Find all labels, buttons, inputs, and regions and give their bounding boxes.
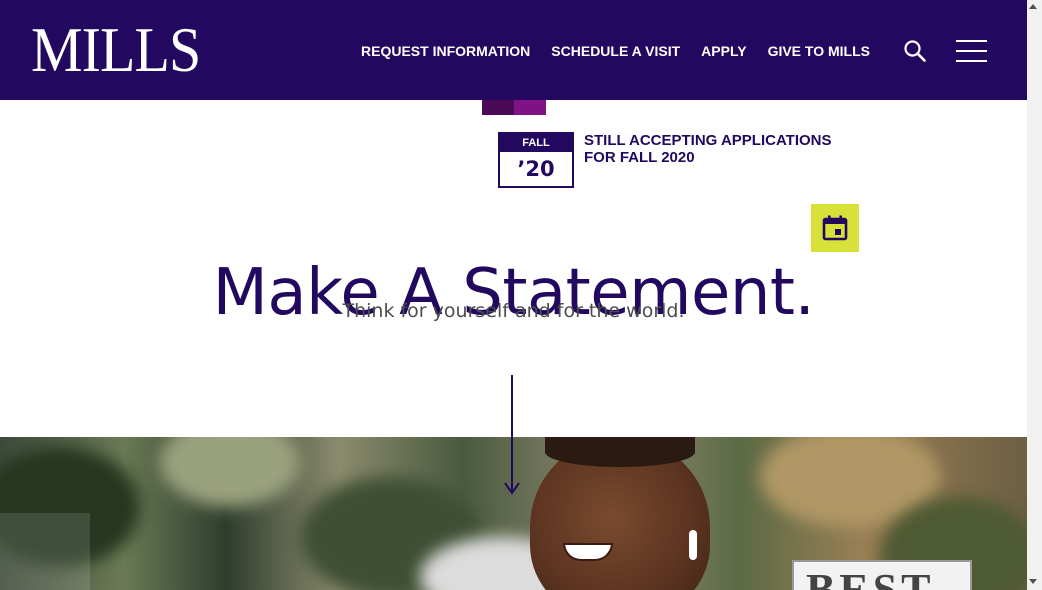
- best-ranking-badge: BEST: [792, 560, 972, 590]
- decorative-square-magenta: [514, 100, 546, 115]
- scroll-down-icon[interactable]: [1029, 579, 1037, 584]
- search-icon[interactable]: [903, 39, 927, 63]
- hamburger-menu-icon[interactable]: [956, 40, 988, 62]
- scroll-down-arrow[interactable]: [502, 375, 522, 497]
- main-nav: REQUEST INFORMATION SCHEDULE A VISIT APP…: [361, 42, 891, 60]
- site-header: MILLS REQUEST INFORMATION SCHEDULE A VIS…: [0, 0, 1027, 100]
- calendar-icon: [822, 215, 848, 241]
- badge-year: ’20: [517, 157, 555, 181]
- best-badge-text: BEST: [806, 565, 935, 590]
- calendar-button[interactable]: [811, 204, 859, 252]
- earbud: [689, 530, 697, 560]
- cookie-notice-overlay: [0, 513, 90, 590]
- scroll-up-icon[interactable]: [1029, 4, 1037, 9]
- vertical-scrollbar[interactable]: [1027, 0, 1042, 590]
- badge-season: FALL: [500, 134, 572, 152]
- mills-logo[interactable]: MILLS: [31, 19, 201, 82]
- arrow-down-icon: [504, 375, 520, 495]
- hero-subheadline: Think for yourself and for the world.: [342, 300, 685, 322]
- nav-give-to-mills[interactable]: GIVE TO MILLS: [768, 42, 870, 60]
- fall-20-badge[interactable]: FALL ’20: [498, 132, 574, 188]
- page: MILLS REQUEST INFORMATION SCHEDULE A VIS…: [0, 0, 1027, 590]
- decorative-square-plum: [482, 100, 514, 115]
- student-hair: [545, 437, 695, 467]
- nav-schedule-a-visit[interactable]: SCHEDULE A VISIT: [551, 42, 680, 60]
- nav-request-information[interactable]: REQUEST INFORMATION: [361, 42, 530, 60]
- nav-apply[interactable]: APPLY: [701, 42, 746, 60]
- applications-announcement-link[interactable]: STILL ACCEPTING APPLICATIONS FOR FALL 20…: [584, 132, 864, 166]
